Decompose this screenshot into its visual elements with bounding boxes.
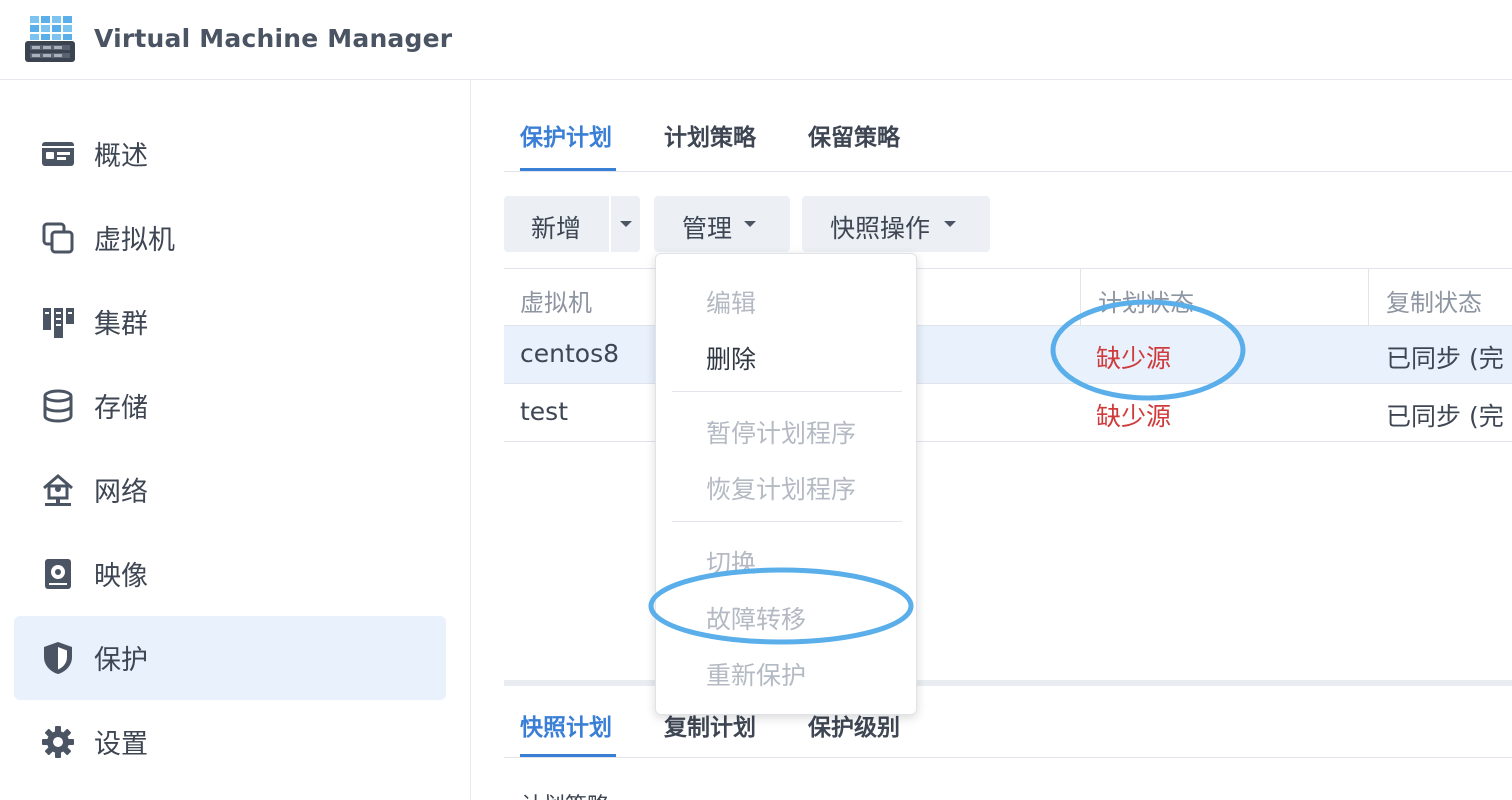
menu-item-edit[interactable]: 编辑: [706, 284, 756, 320]
sidebar-item-label: 保护: [94, 645, 148, 676]
active-tab-indicator: [520, 168, 616, 171]
vm-name-cell: test: [520, 397, 569, 426]
chevron-down-icon: [744, 221, 756, 227]
sidebar-item-overview[interactable]: 概述: [14, 112, 446, 196]
sidebar-item-label: 虚拟机: [94, 225, 175, 256]
network-icon: [43, 474, 73, 506]
snapshot-actions-button[interactable]: 快照操作: [802, 196, 990, 252]
vm-copy-icon: [42, 222, 74, 254]
add-dropdown-caret-icon[interactable]: [620, 221, 632, 227]
split-divider: [609, 196, 611, 252]
active-tab-indicator: [520, 754, 616, 757]
menu-item-failover[interactable]: 故障转移: [706, 600, 806, 636]
sidebar-item-label: 概述: [94, 141, 148, 172]
sidebar-item-label: 网络: [94, 477, 148, 508]
add-button[interactable]: 新增: [531, 209, 581, 245]
snapshot-actions-label: 快照操作: [830, 214, 931, 243]
detail-section-label: 计划策略: [521, 788, 609, 800]
menu-item-delete[interactable]: 删除: [706, 340, 756, 376]
sidebar-item-image[interactable]: 映像: [14, 532, 446, 616]
plan-status-cell: 缺少源: [1096, 344, 1172, 373]
shield-icon: [44, 642, 72, 674]
app-title: Virtual Machine Manager: [94, 24, 453, 53]
sidebar-item-label: 集群: [94, 309, 148, 340]
column-header-vm[interactable]: 虚拟机: [520, 283, 592, 318]
image-disk-icon: [45, 559, 71, 589]
tab-protection-plan[interactable]: 保护计划: [520, 118, 612, 152]
plan-status-cell: 缺少源: [1096, 402, 1172, 431]
main-panel: 保护计划 计划策略 保留策略 新增 管理 快照操作 虚拟机 计划状态 复制状态 …: [471, 80, 1512, 800]
vm-name-cell: centos8: [520, 339, 619, 368]
sidebar-item-protection[interactable]: 保护: [14, 616, 446, 700]
add-split-button: 新增: [504, 196, 640, 252]
column-header-plan-status[interactable]: 计划状态: [1098, 283, 1194, 318]
storage-database-icon: [43, 389, 73, 423]
sidebar-item-cluster[interactable]: 集群: [14, 280, 446, 364]
vmm-app-logo-icon: [25, 16, 75, 62]
column-divider[interactable]: [1080, 269, 1081, 326]
menu-divider: [672, 521, 902, 522]
replication-status-cell: 已同步 (完: [1386, 344, 1504, 373]
manage-button-label: 管理: [682, 214, 733, 243]
menu-item-switchover[interactable]: 切换: [706, 544, 756, 580]
protection-tabs: 保护计划 计划策略 保留策略: [504, 80, 1512, 172]
column-header-replication-status[interactable]: 复制状态: [1386, 283, 1482, 318]
manage-dropdown-menu: 编辑 删除 暂停计划程序 恢复计划程序 切换 故障转移 重新保护: [655, 253, 917, 715]
sidebar-item-settings[interactable]: 设置: [14, 700, 446, 784]
replication-status-cell: 已同步 (完: [1386, 402, 1504, 431]
sidebar-item-storage[interactable]: 存储: [14, 364, 446, 448]
overview-card-icon: [42, 142, 74, 166]
menu-item-resume-scheduler[interactable]: 恢复计划程序: [706, 470, 856, 506]
sidebar-item-network[interactable]: 网络: [14, 448, 446, 532]
menu-divider: [672, 391, 902, 392]
tab-retention-policy[interactable]: 保留策略: [808, 118, 900, 152]
sidebar-item-vm[interactable]: 虚拟机: [14, 196, 446, 280]
tab-plan-policy[interactable]: 计划策略: [664, 118, 756, 152]
sidebar-item-label: 映像: [94, 561, 148, 592]
sidebar: 概述 虚拟机 集群 存储 网络 映像 保护 设置: [0, 80, 471, 800]
column-divider[interactable]: [1368, 269, 1369, 326]
title-bar: Virtual Machine Manager: [0, 0, 1512, 80]
sidebar-item-label: 存储: [94, 393, 148, 424]
cluster-icon: [43, 308, 74, 338]
chevron-down-icon: [944, 221, 956, 227]
menu-item-pause-scheduler[interactable]: 暂停计划程序: [706, 414, 856, 450]
gear-icon: [42, 726, 74, 758]
manage-button[interactable]: 管理: [654, 196, 790, 252]
sidebar-item-label: 设置: [94, 729, 148, 760]
tab-snapshot-plan[interactable]: 快照计划: [520, 708, 612, 742]
menu-item-reprotect[interactable]: 重新保护: [706, 656, 806, 692]
